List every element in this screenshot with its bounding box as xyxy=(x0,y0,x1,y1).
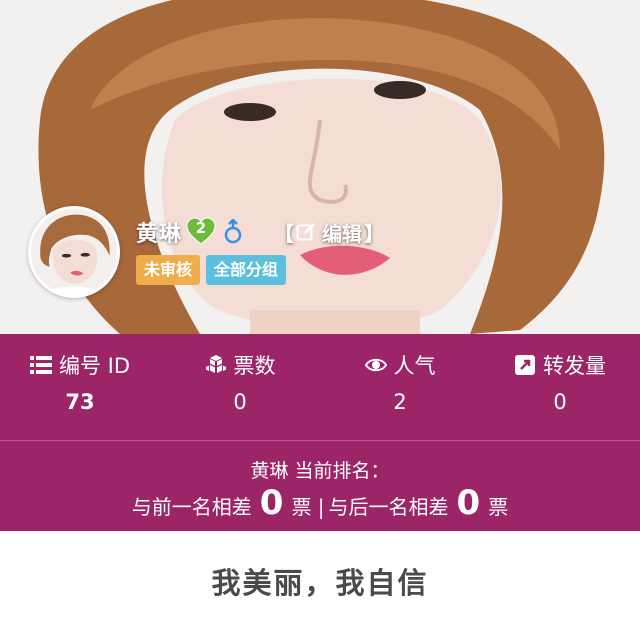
status-badge: 未审核 xyxy=(136,255,201,285)
ranking-line: 与前一名相差 0 票 | 与后一名相差 0 票 xyxy=(0,483,640,523)
stat-shares-label-row: 转发量 xyxy=(480,350,640,380)
ranking-next-diff: 0 xyxy=(456,483,481,523)
level-number: 2 xyxy=(195,219,207,237)
ranking-next-prefix: 与后一名相差 xyxy=(328,495,449,519)
stat-id-label: 编号 ID xyxy=(58,354,131,378)
avatar[interactable] xyxy=(28,206,120,298)
slogan: 我美丽，我自信 xyxy=(211,566,429,600)
eye-icon xyxy=(364,358,387,372)
stat-votes-value: 0 xyxy=(233,390,247,414)
stat-shares-value: 0 xyxy=(553,390,567,414)
edit-label: 编辑 xyxy=(322,221,363,246)
ranking-title: 黄琳 当前排名： xyxy=(250,460,390,482)
stat-votes-label-row: 票数 xyxy=(160,350,320,380)
user-name: 黄琳 xyxy=(136,222,183,247)
stat-popularity-label-row: 人气 xyxy=(320,350,480,380)
stat-popularity-label: 人气 xyxy=(393,354,436,378)
profile-header: 黄琳 2 【 编辑 】 xyxy=(136,214,386,250)
ranking-prev-unit: 票 | xyxy=(291,495,325,519)
avatar-image xyxy=(31,209,117,295)
tag-row: 未审核 全部分组 xyxy=(136,255,287,285)
stat-popularity: 人气 2 xyxy=(320,334,480,440)
stats-divider xyxy=(0,440,640,441)
stats-row: 编号 ID 73 票数 0 人气 2 转发量 0 xyxy=(0,334,640,440)
stat-id-value: 73 xyxy=(65,390,95,414)
group-badge[interactable]: 全部分组 xyxy=(206,255,287,285)
ranking-prev-prefix: 与前一名相差 xyxy=(131,495,252,519)
male-icon xyxy=(224,219,242,244)
stat-popularity-value: 2 xyxy=(393,390,407,414)
edit-bracket-close: 】 xyxy=(364,221,385,246)
stat-shares: 转发量 0 xyxy=(480,334,640,440)
stat-votes: 票数 0 xyxy=(160,334,320,440)
stat-votes-label: 票数 xyxy=(233,354,276,378)
share-icon xyxy=(515,355,535,375)
list-icon xyxy=(29,356,52,374)
stat-id: 编号 ID 73 xyxy=(0,334,160,440)
ranking-prev-diff: 0 xyxy=(259,483,284,523)
edit-button[interactable]: 【 编辑 】 xyxy=(272,218,386,247)
cubes-icon xyxy=(205,355,226,373)
stat-shares-label: 转发量 xyxy=(543,354,606,378)
stat-id-label-row: 编号 ID xyxy=(0,350,160,380)
level-badge: 2 xyxy=(186,217,216,247)
edit-bracket-open: 【 xyxy=(274,221,295,246)
edit-icon xyxy=(296,223,316,241)
ranking-next-unit: 票 xyxy=(488,495,509,519)
